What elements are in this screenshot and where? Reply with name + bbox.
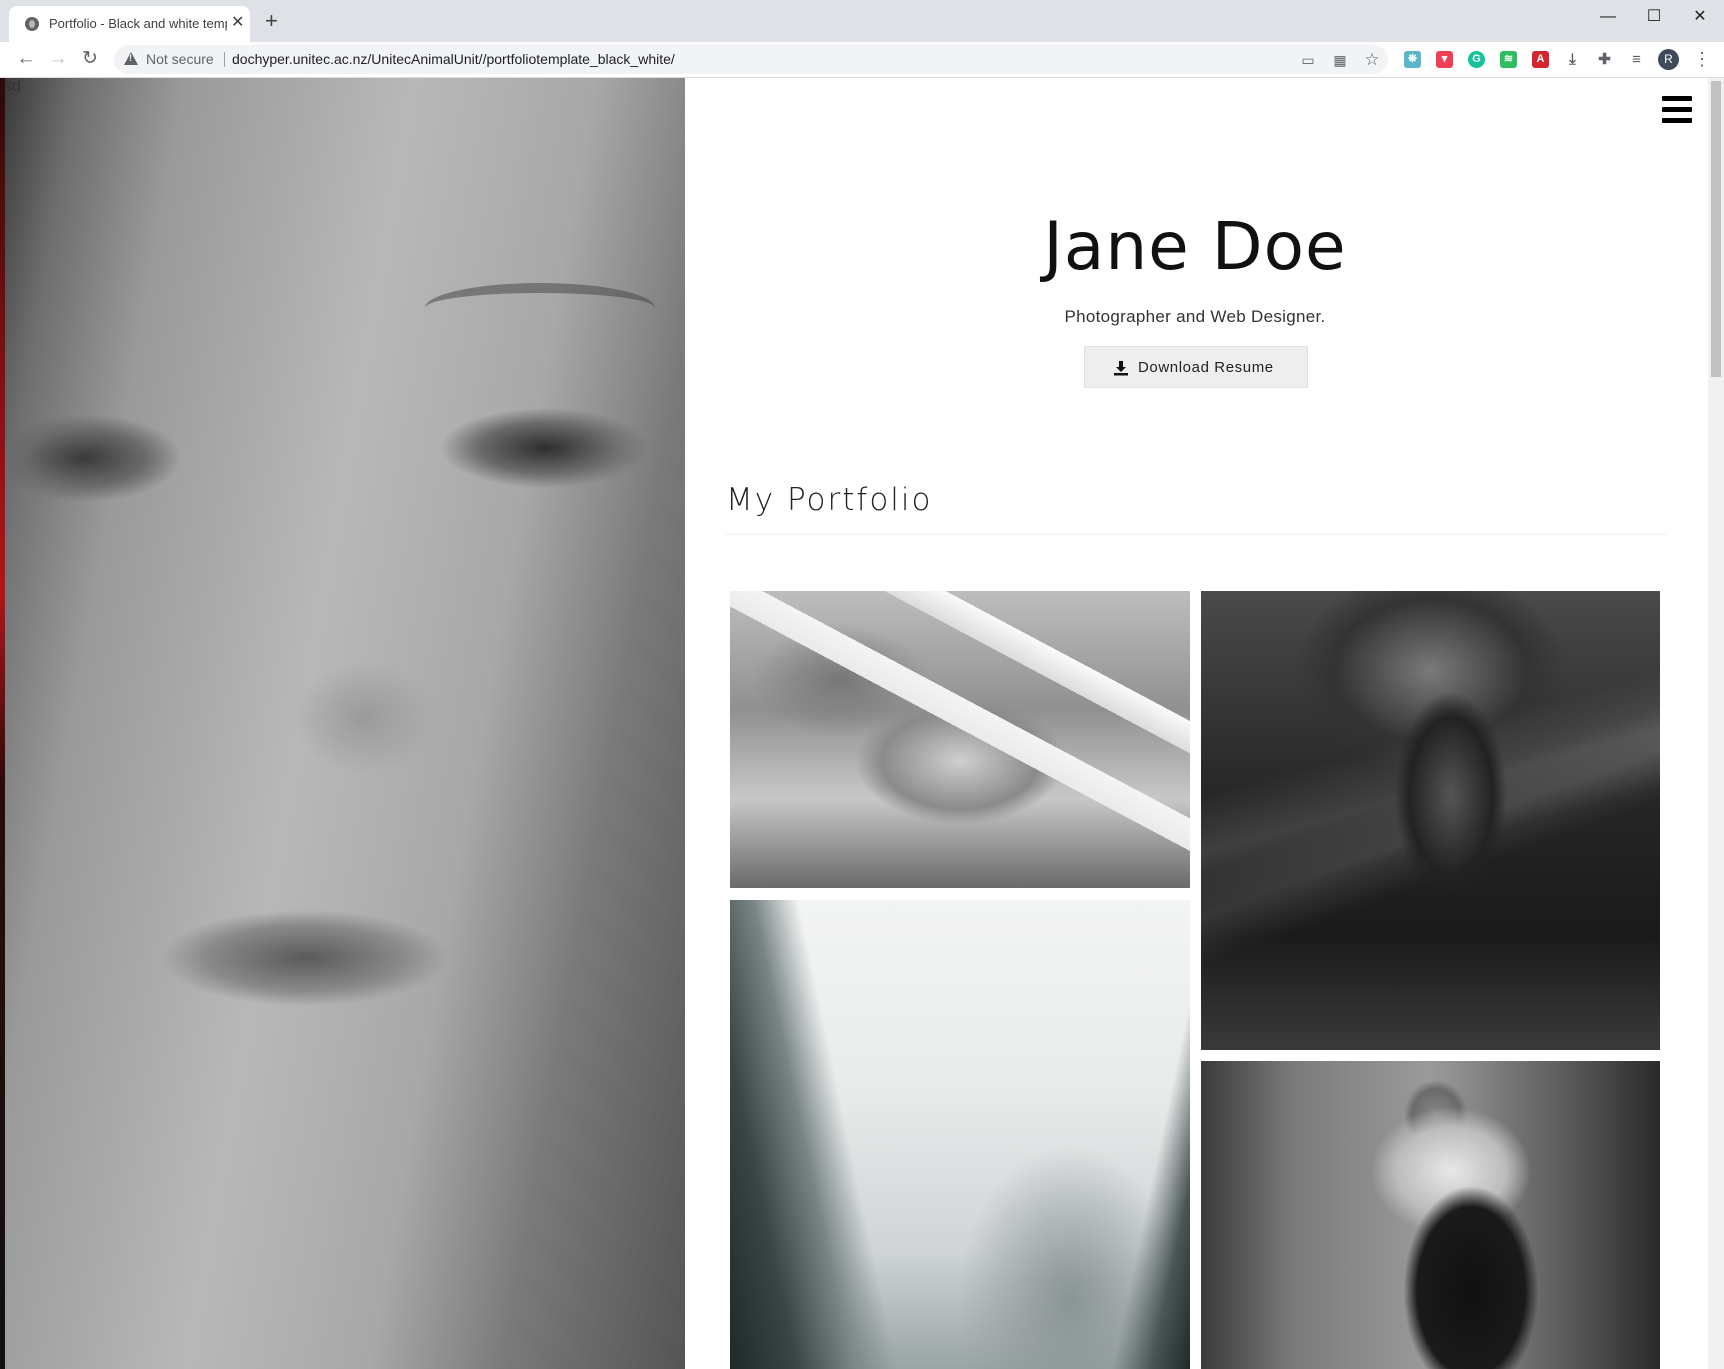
star-icon[interactable]: ☆: [1363, 51, 1381, 69]
page-title: Jane Doe: [1043, 208, 1347, 285]
cast-icon[interactable]: ▭: [1299, 51, 1317, 69]
active-tab[interactable]: Portfolio - Black and white templ ✕: [9, 6, 250, 42]
underwater-swimmer-photo[interactable]: [1201, 591, 1660, 1050]
puzzle-icon[interactable]: ✚: [1596, 51, 1613, 68]
back-button[interactable]: ←: [14, 47, 38, 71]
download-icon: [1114, 361, 1128, 376]
url-text[interactable]: dochyper.unitec.ac.nz/UnitecAnimalUnit//…: [232, 51, 675, 67]
maximize-button[interactable]: ☐: [1632, 4, 1676, 30]
tagline: Photographer and Web Designer.: [1064, 307, 1326, 326]
resume-button-label: Download Resume: [1138, 359, 1274, 376]
tab-title: Portfolio - Black and white templ: [49, 16, 227, 31]
wedding-car-photo[interactable]: [730, 591, 1190, 888]
misty-canyon-photo[interactable]: [730, 900, 1190, 1369]
globe-icon: [25, 17, 39, 31]
reload-button[interactable]: ↻: [78, 47, 102, 71]
new-tab-button[interactable]: +: [265, 10, 278, 32]
extension-icon[interactable]: ❋: [1404, 51, 1421, 68]
forward-button[interactable]: →: [46, 47, 70, 71]
warning-icon[interactable]: [124, 52, 138, 65]
acrobat-icon[interactable]: A: [1532, 51, 1549, 68]
download-resume-button[interactable]: Download Resume: [1084, 346, 1308, 388]
chef-kitchen-photo[interactable]: [1201, 1061, 1660, 1369]
evernote-icon[interactable]: ≋: [1500, 51, 1517, 68]
hamburger-menu-icon[interactable]: [1662, 96, 1692, 124]
portrait-brow-shade: [425, 283, 655, 333]
profile-avatar[interactable]: R: [1658, 49, 1679, 70]
minimize-button[interactable]: —: [1586, 4, 1630, 30]
tab-close-icon[interactable]: ✕: [231, 14, 244, 32]
close-window-button[interactable]: ✕: [1678, 4, 1722, 30]
scrollbar-thumb[interactable]: [1711, 81, 1721, 377]
download-icon[interactable]: ⤓: [1564, 51, 1581, 68]
stray-text: sd: [4, 78, 21, 95]
reading-list-icon[interactable]: ≡: [1628, 51, 1645, 68]
security-label[interactable]: Not secure: [146, 51, 214, 67]
url-divider: [224, 52, 225, 67]
address-bar[interactable]: Not secure dochyper.unitec.ac.nz/UnitecA…: [114, 45, 1388, 74]
hero-portrait-photo: [5, 78, 685, 1369]
browser-toolbar: ← → ↻ Not secure dochyper.unitec.ac.nz/U…: [0, 42, 1724, 78]
browser-menu-icon[interactable]: ⋮: [1692, 48, 1712, 70]
apps-icon[interactable]: ▦: [1331, 51, 1349, 69]
pocket-icon[interactable]: ▾: [1436, 51, 1453, 68]
page-scrollbar[interactable]: [1708, 78, 1724, 1369]
tab-strip: Portfolio - Black and white templ ✕ + — …: [0, 0, 1724, 42]
grammarly-icon[interactable]: G: [1468, 51, 1485, 68]
portfolio-heading: My Portfolio: [726, 482, 933, 518]
page-viewport: sd Jane Doe Photographer and Web Designe…: [0, 78, 1724, 1369]
section-divider: [726, 534, 1666, 535]
